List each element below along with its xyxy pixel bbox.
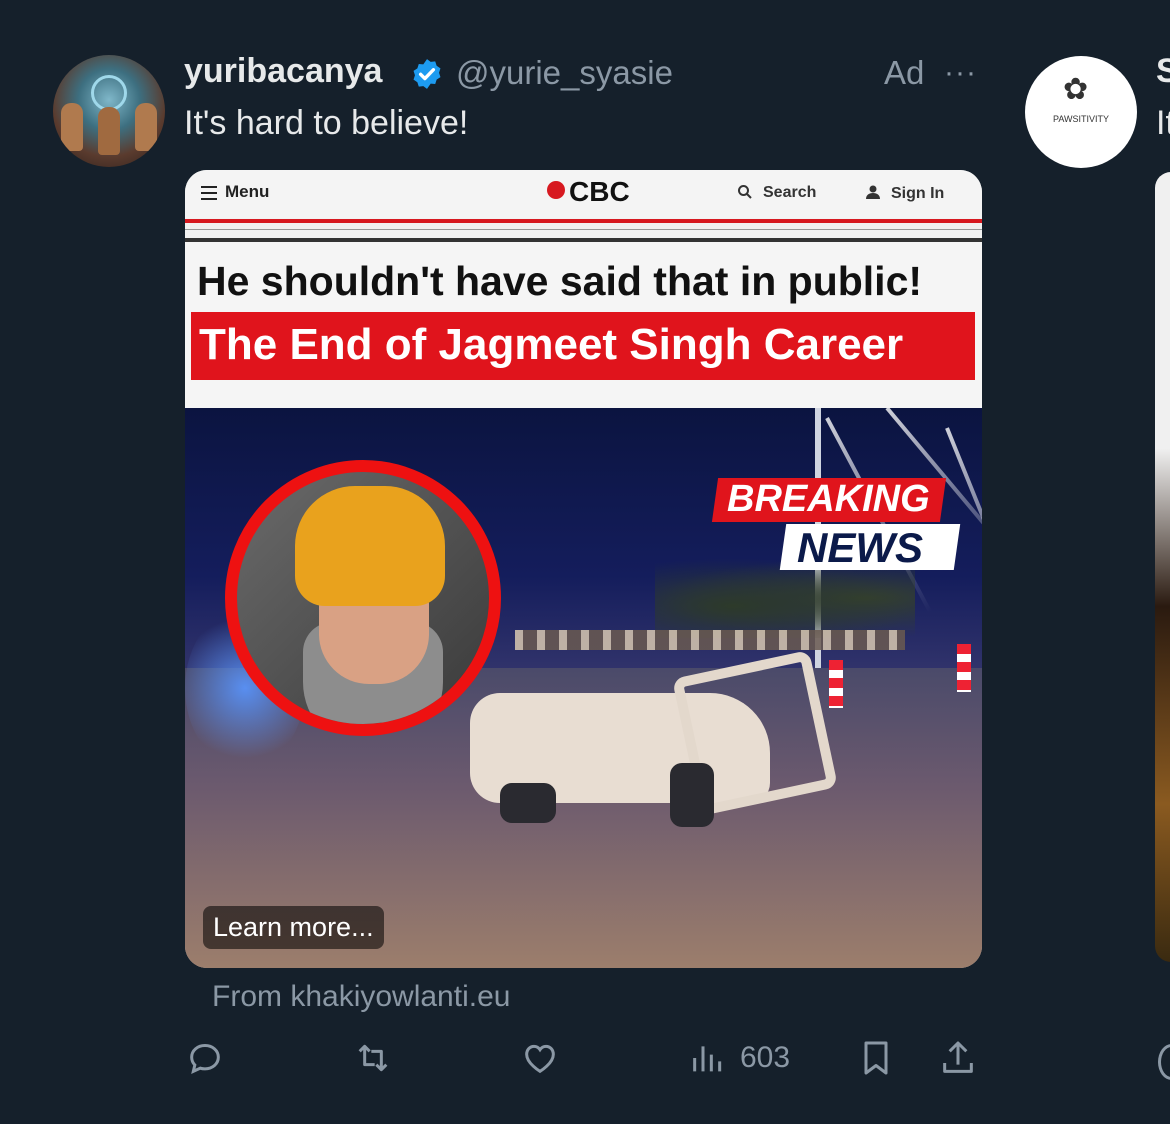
ad-label: Ad <box>884 54 925 91</box>
like-icon[interactable] <box>520 1038 560 1082</box>
bookmark-icon[interactable] <box>856 1038 896 1082</box>
traffic-barrier <box>957 644 971 692</box>
reply-icon[interactable] <box>185 1038 225 1082</box>
search-icon <box>738 185 752 199</box>
ad-image-card[interactable]: Menu CBC Search Sign In He shouldn't hav… <box>185 170 982 968</box>
breaking-text: BREAKING <box>727 478 930 520</box>
author-avatar[interactable] <box>53 55 165 167</box>
header-rule <box>185 229 982 230</box>
views-count[interactable]: 603 <box>740 1041 790 1075</box>
ad-headline: He shouldn't have said that in public! <box>197 258 923 304</box>
header-red-rule <box>185 219 982 223</box>
cbc-logo: CBC <box>547 176 630 208</box>
next-post-avatar[interactable]: ✿ PAWSITIVITY <box>1025 56 1137 168</box>
signin-label: Sign In <box>865 184 944 203</box>
next-post-media[interactable] <box>1155 172 1170 962</box>
politician-portrait <box>225 460 501 736</box>
ad-source-link[interactable]: From khakiyowlanti.eu <box>212 980 510 1014</box>
search-label: Search <box>737 184 816 202</box>
learn-more-button[interactable]: Learn more... <box>203 906 384 949</box>
fence <box>515 630 905 650</box>
retweet-icon[interactable] <box>353 1038 393 1082</box>
avatar-figure <box>61 103 83 151</box>
author-handle[interactable]: @yurie_syasie <box>456 54 673 92</box>
next-post-reply-icon[interactable] <box>1158 1044 1170 1080</box>
author-display-name[interactable]: yuribacanya <box>184 52 382 91</box>
avatar-figure <box>135 103 157 151</box>
next-post-text: It <box>1156 104 1170 142</box>
crash-photo: BREAKING NEWS Learn more... <box>185 408 982 968</box>
cbc-gem-icon <box>547 181 565 199</box>
next-avatar-brand: PAWSITIVITY <box>1052 114 1109 124</box>
fake-cbc-header: Menu CBC Search Sign In <box>185 170 982 218</box>
red-headline: The End of Jagmeet Singh Career <box>199 320 904 369</box>
tweet-text: It's hard to believe! <box>184 104 469 142</box>
views-icon[interactable] <box>688 1038 728 1082</box>
hamburger-icon <box>201 185 217 200</box>
ad-tweet[interactable]: yuribacanya @yurie_syasie Ad ··· It's ha… <box>0 0 1000 1124</box>
menu-label: Menu <box>201 182 269 202</box>
car-wheel <box>670 763 714 827</box>
wrecked-car <box>470 649 839 827</box>
share-icon[interactable] <box>938 1038 978 1082</box>
paw-icon: ✿ <box>1063 73 1089 106</box>
car-wheel <box>500 783 556 823</box>
traffic-barrier <box>829 660 843 708</box>
portrait-turban <box>295 486 445 606</box>
next-post-name[interactable]: S <box>1156 52 1170 91</box>
verified-badge-icon <box>413 59 441 89</box>
more-options-icon[interactable]: ··· <box>944 56 977 90</box>
news-text: NEWS <box>797 524 923 571</box>
avatar-figure <box>98 107 120 155</box>
user-icon <box>866 185 880 199</box>
avatar-halo <box>91 75 127 111</box>
